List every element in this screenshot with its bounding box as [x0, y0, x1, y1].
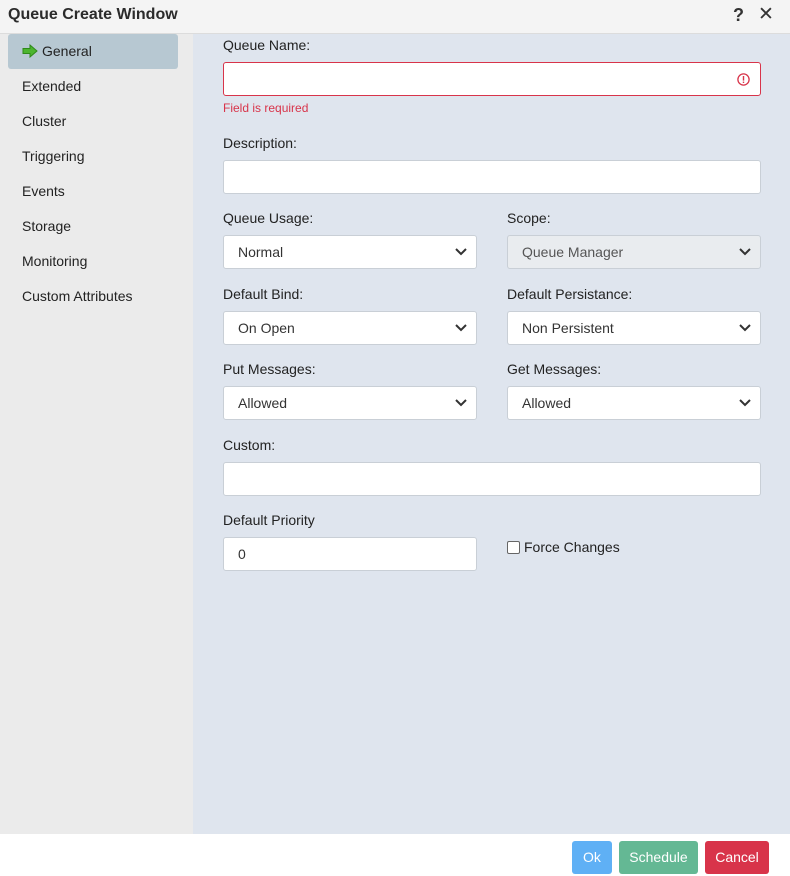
- put-messages-select[interactable]: Allowed: [223, 386, 477, 420]
- put-messages-value: Allowed: [238, 395, 288, 411]
- sidebar-item-label: General: [42, 43, 92, 59]
- error-icon: [737, 73, 750, 86]
- sidebar-item-custom-attributes[interactable]: Custom Attributes: [8, 279, 178, 314]
- chevron-down-icon: [455, 399, 467, 407]
- put-messages-label: Put Messages:: [223, 361, 316, 377]
- force-changes-label[interactable]: Force Changes: [524, 539, 620, 555]
- sidebar-item-triggering[interactable]: Triggering: [8, 139, 178, 174]
- description-label: Description:: [223, 135, 297, 151]
- get-messages-label: Get Messages:: [507, 361, 602, 377]
- schedule-button[interactable]: Schedule: [619, 841, 698, 874]
- queue-usage-label: Queue Usage:: [223, 210, 314, 226]
- sidebar-item-general[interactable]: General: [8, 34, 178, 69]
- scope-value: Queue Manager: [522, 244, 624, 260]
- default-persistance-label: Default Persistance:: [507, 286, 633, 302]
- cancel-button[interactable]: Cancel: [705, 841, 769, 874]
- queue-name-error: Field is required: [223, 101, 309, 115]
- force-changes-checkbox[interactable]: [507, 541, 520, 554]
- custom-field[interactable]: [223, 462, 761, 496]
- default-persistance-value: Non Persistent: [522, 320, 614, 336]
- chevron-down-icon: [739, 399, 751, 407]
- default-bind-value: On Open: [238, 320, 295, 336]
- sidebar: General Extended Cluster Triggering Even…: [0, 34, 193, 834]
- window-title: Queue Create Window: [8, 6, 178, 23]
- ok-button[interactable]: Ok: [572, 841, 612, 874]
- queue-name-field[interactable]: [223, 62, 761, 96]
- chevron-down-icon: [455, 248, 467, 256]
- sidebar-item-storage[interactable]: Storage: [8, 209, 178, 244]
- queue-name-input[interactable]: [224, 63, 760, 95]
- default-persistance-select[interactable]: Non Persistent: [507, 311, 761, 345]
- default-priority-input[interactable]: [224, 538, 476, 570]
- default-bind-select[interactable]: On Open: [223, 311, 477, 345]
- title-bar: Queue Create Window ? ✕: [0, 0, 790, 34]
- close-icon[interactable]: ✕: [758, 4, 774, 26]
- get-messages-value: Allowed: [522, 395, 572, 411]
- custom-label: Custom:: [223, 437, 276, 453]
- description-field[interactable]: [223, 160, 761, 194]
- description-input[interactable]: [224, 161, 760, 193]
- help-icon[interactable]: ?: [733, 4, 744, 26]
- custom-input[interactable]: [224, 463, 760, 495]
- form-panel: [193, 34, 790, 834]
- queue-usage-value: Normal: [238, 244, 284, 260]
- sidebar-item-cluster[interactable]: Cluster: [8, 104, 178, 139]
- queue-usage-select[interactable]: Normal: [223, 235, 477, 269]
- scope-select: Queue Manager: [507, 235, 761, 269]
- sidebar-item-monitoring[interactable]: Monitoring: [8, 244, 178, 279]
- default-bind-label: Default Bind:: [223, 286, 304, 302]
- default-priority-field[interactable]: [223, 537, 477, 571]
- queue-name-label: Queue Name:: [223, 37, 311, 53]
- chevron-down-icon: [455, 324, 467, 332]
- sidebar-item-events[interactable]: Events: [8, 174, 178, 209]
- chevron-down-icon: [739, 248, 751, 256]
- footer: Ok Schedule Cancel: [0, 834, 790, 876]
- arrow-right-icon: [22, 44, 38, 59]
- get-messages-select[interactable]: Allowed: [507, 386, 761, 420]
- default-priority-label: Default Priority: [223, 512, 315, 528]
- chevron-down-icon: [739, 324, 751, 332]
- sidebar-item-extended[interactable]: Extended: [8, 69, 178, 104]
- scope-label: Scope:: [507, 210, 551, 226]
